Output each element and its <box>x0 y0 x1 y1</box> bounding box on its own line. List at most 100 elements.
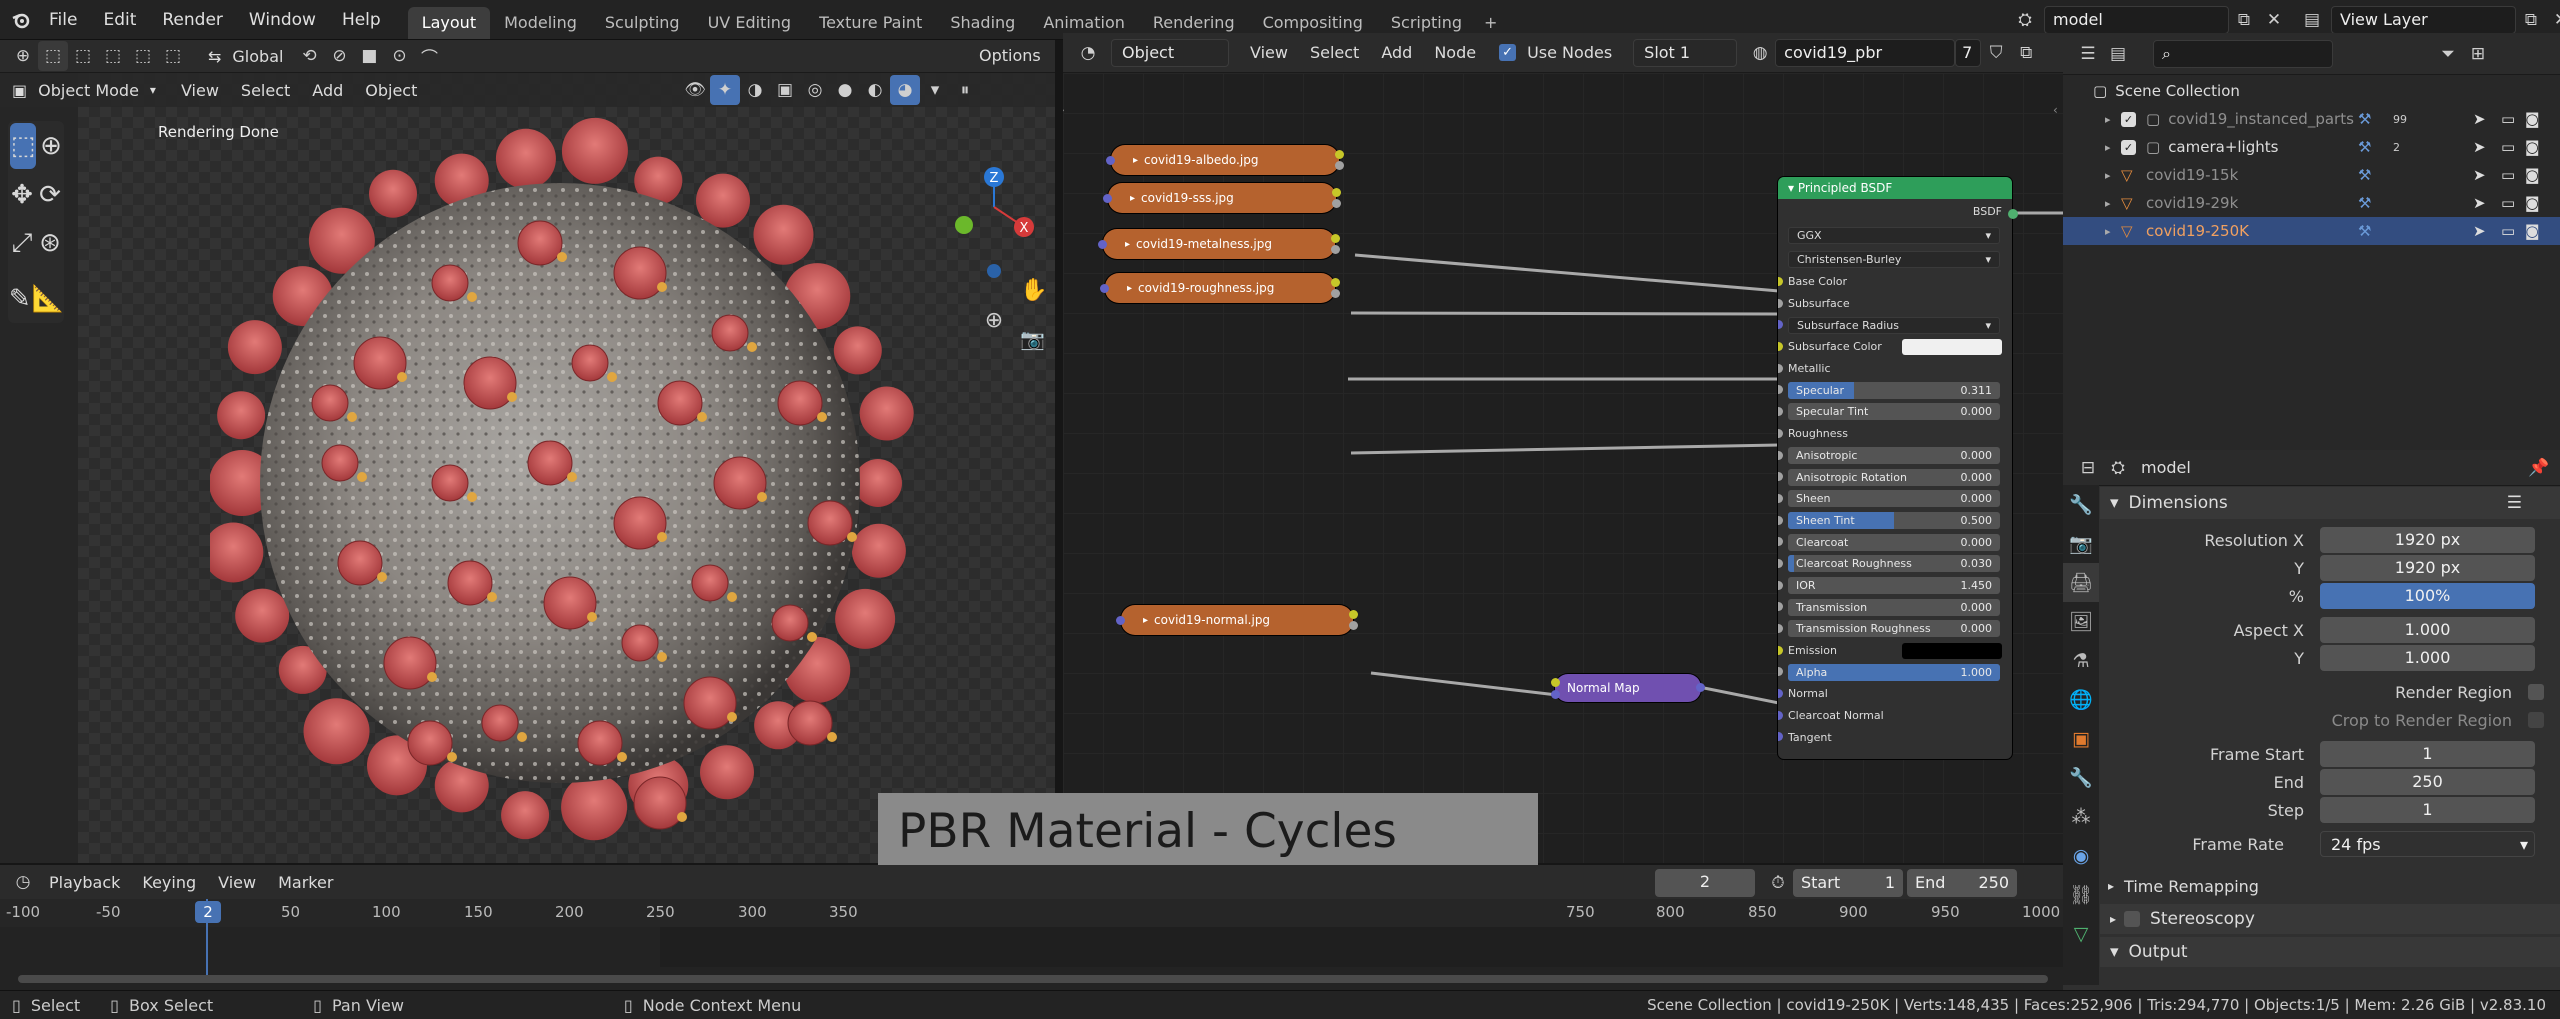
visibility-icon[interactable]: 👁 <box>680 75 710 105</box>
subsurface-method-dropdown[interactable]: Christensen-Burley ▾ <box>1788 250 2000 268</box>
object-tab-icon[interactable]: ▣ <box>2063 719 2099 758</box>
bsdf-input-slider[interactable]: Sheen Tint 0.500 <box>1788 511 2000 529</box>
color-output-socket[interactable] <box>1349 610 1358 619</box>
vector-input-socket[interactable] <box>1103 194 1112 203</box>
stopwatch-icon[interactable]: ⏱ <box>1763 868 1793 898</box>
render-region-checkbox[interactable] <box>2528 684 2544 700</box>
frame-start-field[interactable]: 1 <box>2320 741 2535 767</box>
outliner-item[interactable]: ▸ ▽ covid19-15k ⚒ ➤ ▭ ◙ <box>2063 161 2560 189</box>
frame-end-field[interactable]: 250 <box>2320 769 2535 795</box>
orientation-dropdown[interactable]: Global <box>221 47 294 66</box>
bsdf-input-socket[interactable] <box>1778 689 1783 699</box>
bsdf-input-slider[interactable]: Clearcoat Roughness 0.030 <box>1788 555 2000 573</box>
view-layer-field[interactable]: View Layer <box>2331 6 2516 34</box>
output-tab-icon[interactable]: 🖨 <box>2063 563 2099 602</box>
outliner-item[interactable]: ▸ ▽ covid19-250K ⚒ ➤ ▭ ◙ <box>2063 217 2560 245</box>
world-tab-icon[interactable]: 🌐 <box>2063 680 2099 719</box>
duplicate-layer-icon[interactable]: ⧉ <box>2516 5 2546 35</box>
timeline-menu-view[interactable]: View <box>207 873 267 892</box>
menu-edit[interactable]: Edit <box>90 0 149 40</box>
viewport-menu-object[interactable]: Object <box>354 81 428 100</box>
resolution-y-field[interactable]: 1920 px <box>2320 555 2535 581</box>
playhead-frame-label[interactable]: 2 <box>195 901 221 923</box>
particles-tab-icon[interactable]: ⁂ <box>2063 797 2099 836</box>
hide-viewport-icon[interactable]: ▭ <box>2501 110 2515 128</box>
alpha-output-socket[interactable] <box>1335 161 1344 170</box>
constraints-tab-icon[interactable]: ⛓ <box>2063 875 2099 914</box>
bsdf-input-slider[interactable]: Clearcoat 0.000 <box>1788 533 2000 551</box>
presets-icon[interactable]: ☰ <box>2507 493 2522 513</box>
bsdf-input-socket[interactable] <box>1778 732 1783 742</box>
pause-render-icon[interactable]: ⏸ <box>950 75 980 105</box>
bsdf-input-socket[interactable] <box>1778 320 1783 330</box>
color-output-socket[interactable] <box>1335 150 1344 159</box>
outliner-search-input[interactable]: ⌕ <box>2153 39 2333 68</box>
dimensions-panel-header[interactable]: ▾ Dimensions ☰ <box>2100 487 2560 519</box>
measure-tool-icon[interactable]: 📐 <box>32 275 64 323</box>
bsdf-input-socket[interactable] <box>1778 645 1783 655</box>
color-swatch[interactable] <box>1902 642 2002 659</box>
bsdf-input-socket[interactable] <box>1778 385 1783 395</box>
bsdf-input-socket[interactable] <box>1778 450 1783 460</box>
bsdf-input-socket[interactable] <box>1778 493 1783 503</box>
bsdf-input-socket[interactable] <box>1778 277 1783 286</box>
falloff-icon[interactable]: ⌒ <box>414 41 444 71</box>
bsdf-input-socket[interactable] <box>1778 667 1783 677</box>
hide-viewport-icon[interactable]: ▭ <box>2501 222 2515 240</box>
image-texture-node[interactable]: ▸ covid19-sss.jpg <box>1108 183 1336 213</box>
xray-icon[interactable]: ▣ <box>770 75 800 105</box>
outliner-item[interactable]: ▸ ✓ ▢ camera+lights ⚒ 2 ➤ ▭ ◙ <box>2063 133 2560 161</box>
display-mode-icon[interactable]: ▤ <box>2103 39 2133 69</box>
duplicate-material-icon[interactable]: ⧉ <box>2011 38 2041 68</box>
normal-map-output-socket[interactable] <box>1696 683 1705 692</box>
options-dropdown[interactable]: Options <box>968 46 1052 65</box>
resolution-percent-field[interactable]: 100% <box>2320 583 2535 609</box>
normal-map-node[interactable]: Normal Map <box>1555 674 1701 702</box>
fake-user-shield-icon[interactable]: ⛉ <box>1981 38 2011 68</box>
material-user-count[interactable]: 7 <box>1955 38 1982 67</box>
transform-tool-icon[interactable]: ⊛ <box>36 219 64 267</box>
expand-arrow-icon[interactable]: ▸ <box>2105 197 2121 210</box>
normal-map-strength-socket[interactable] <box>1551 678 1560 687</box>
bsdf-input-slider[interactable]: Anisotropic 0.000 <box>1788 446 2000 464</box>
include-checkbox[interactable]: ✓ <box>2121 139 2136 155</box>
select-arrow-icon[interactable]: ➤ <box>2473 138 2486 156</box>
tab-uv-editing[interactable]: UV Editing <box>694 7 805 39</box>
bsdf-input-slider[interactable]: IOR 1.450 <box>1788 576 2000 594</box>
rendered-shading-icon[interactable]: ◕ <box>890 75 920 105</box>
image-texture-node[interactable]: ▸ covid19-metalness.jpg <box>1103 229 1335 259</box>
tab-shading[interactable]: Shading <box>936 7 1029 39</box>
tab-sculpting[interactable]: Sculpting <box>591 7 694 39</box>
end-frame-field[interactable]: End 250 <box>1907 869 2017 897</box>
bsdf-header[interactable]: ▾ Principled BSDF <box>1778 177 2012 199</box>
node-menu-node[interactable]: Node <box>1423 43 1487 62</box>
data-tab-icon[interactable]: ▽ <box>2063 914 2099 953</box>
sidebar-arrow-icon[interactable]: ‹ <box>2053 103 2058 117</box>
bsdf-input-socket[interactable] <box>1778 580 1783 590</box>
crop-region-checkbox[interactable] <box>2528 712 2544 728</box>
properties-editor-icon[interactable]: ⊟ <box>2073 453 2103 483</box>
wireframe-shading-icon[interactable]: ◎ <box>800 75 830 105</box>
distribution-dropdown[interactable]: GGX ▾ <box>1788 226 2000 244</box>
bsdf-input-socket[interactable] <box>1778 624 1783 633</box>
hand-pan-icon[interactable]: ✋ <box>1020 278 1047 303</box>
expand-arrow-icon[interactable]: ▸ <box>2105 113 2121 126</box>
bsdf-input-socket[interactable] <box>1778 363 1783 373</box>
node-editor-type-icon[interactable]: ◔ <box>1073 38 1103 68</box>
frame-step-field[interactable]: 1 <box>2320 797 2535 823</box>
view-layer-tab-icon[interactable]: 🖼 <box>2063 602 2099 641</box>
bsdf-input-socket[interactable] <box>1778 602 1783 612</box>
timeline[interactable]: ◷ Playback Keying View Marker 2 ⏱ Start 1 En… <box>0 865 2063 990</box>
object-dropdown[interactable]: Object <box>1111 38 1229 67</box>
bsdf-input-socket[interactable] <box>1778 558 1783 568</box>
editor-type-icon[interactable]: ⊕ <box>8 41 38 71</box>
expand-arrow-icon[interactable]: ▸ <box>2105 141 2121 154</box>
include-checkbox[interactable]: ✓ <box>2121 111 2136 127</box>
cursor-tool-icon[interactable]: ⊕ <box>38 122 64 170</box>
solid-shading-icon[interactable]: ● <box>830 75 860 105</box>
select-arrow-icon[interactable]: ➤ <box>2473 194 2486 212</box>
hide-render-icon[interactable]: ◙ <box>2525 194 2540 212</box>
viewport-menu-view[interactable]: View <box>170 81 230 100</box>
bsdf-input-socket[interactable] <box>1778 537 1783 547</box>
close-icon[interactable]: ✕ <box>2546 5 2560 35</box>
